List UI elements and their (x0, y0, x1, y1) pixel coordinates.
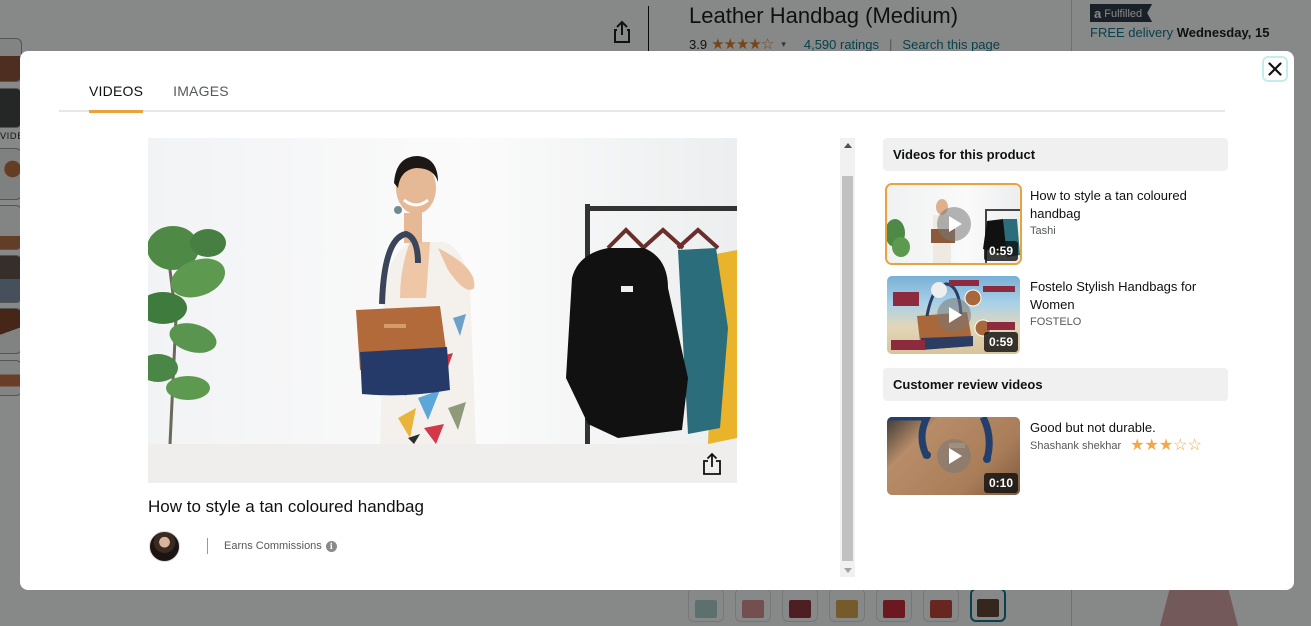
video-duration: 0:10 (983, 473, 1018, 493)
video-thumbnail[interactable]: 0:59 (885, 183, 1022, 265)
scrollbar[interactable] (840, 138, 855, 577)
video-item-author-row: Shashank shekhar ★ ★ ★ ☆ ☆ (1030, 437, 1220, 454)
close-button[interactable] (1262, 56, 1288, 82)
star-empty-icon: ☆ (1173, 437, 1188, 454)
video-info: Fostelo Stylish Handbags for Women FOSTE… (1030, 276, 1220, 358)
tab-images[interactable]: IMAGES (173, 79, 229, 112)
tab-videos[interactable]: VIDEOS (89, 79, 144, 113)
video-info: Good but not durable. Shashank shekhar ★… (1030, 417, 1220, 499)
section-header-product-videos: Videos for this product (883, 138, 1228, 171)
section-header-customer-review-videos: Customer review videos (883, 368, 1228, 401)
clothing-rack (566, 204, 737, 444)
play-icon[interactable] (936, 207, 971, 241)
close-icon (1268, 62, 1282, 76)
share-icon (703, 452, 721, 475)
video-title: How to style a tan coloured handbag (148, 497, 424, 516)
model (380, 156, 476, 444)
video-item-author: Tashi (1030, 225, 1056, 237)
scroll-up-arrow-icon[interactable] (840, 138, 855, 152)
star-filled-icon: ★ (1130, 437, 1145, 454)
video-item-title[interactable]: How to style a tan coloured handbag (1030, 187, 1220, 223)
creator-row: Earns Commissions i (149, 530, 337, 562)
video-list-item[interactable]: 0:59 How to style a tan coloured handbag… (883, 183, 1228, 267)
video-thumbnail[interactable]: 0:10 (887, 417, 1020, 495)
info-icon[interactable]: i (325, 540, 337, 552)
avatar[interactable] (149, 530, 180, 562)
earns-commissions-label: Earns Commissions (224, 540, 322, 552)
earns-commissions: Earns Commissions i (224, 540, 337, 552)
player-controls (148, 444, 737, 483)
scrollbar-thumb[interactable] (842, 176, 853, 561)
media-tabs: VIDEOS IMAGES (59, 79, 1225, 113)
divider (207, 538, 208, 554)
video-list: Videos for this product 0:59 How to styl… (883, 138, 1228, 499)
video-duration: 0:59 (983, 241, 1018, 261)
scroll-down-arrow-icon[interactable] (840, 563, 855, 577)
video-item-title[interactable]: Good but not durable. (1030, 419, 1220, 437)
review-star-rating: ★ ★ ★ ☆ ☆ (1130, 437, 1202, 454)
video-item-title[interactable]: Fostelo Stylish Handbags for Women (1030, 278, 1220, 314)
share-button[interactable] (701, 452, 723, 476)
media-modal: VIDEOS IMAGES How to style a tan coloure… (20, 51, 1294, 590)
video-item-author: FOSTELO (1030, 316, 1082, 328)
star-empty-icon: ☆ (1187, 437, 1202, 454)
video-still (148, 156, 737, 444)
star-filled-icon: ★ (1144, 437, 1159, 454)
video-list-item[interactable]: 0:10 Good but not durable. Shashank shek… (883, 417, 1228, 499)
video-duration: 0:59 (983, 332, 1018, 352)
video-list-item[interactable]: 0:59 Fostelo Stylish Handbags for Women … (883, 276, 1228, 358)
video-item-author: Shashank shekhar (1030, 440, 1122, 452)
video-info: How to style a tan coloured handbag Tash… (1030, 185, 1220, 267)
star-filled-icon: ★ (1158, 437, 1174, 454)
video-player[interactable] (148, 138, 737, 483)
plant (148, 226, 226, 444)
play-icon[interactable] (936, 298, 971, 332)
play-icon[interactable] (936, 439, 971, 473)
video-frame[interactable] (148, 138, 737, 444)
video-thumbnail[interactable]: 0:59 (887, 276, 1020, 354)
